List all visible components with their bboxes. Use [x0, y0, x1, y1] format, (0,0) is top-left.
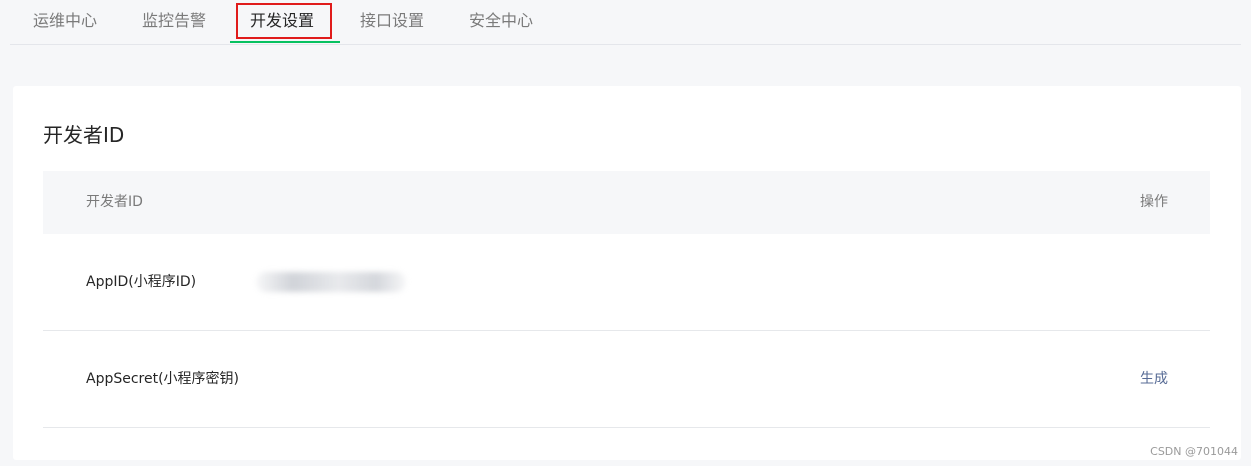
developer-id-table: 开发者ID 操作 AppID(小程序ID) AppSecret(小程序密钥) 生…	[43, 171, 1210, 428]
top-tab-bar: 运维中心 监控告警 开发设置 接口设置 安全中心	[10, 0, 1241, 45]
developer-id-card: 开发者ID 开发者ID 操作 AppID(小程序ID) AppSecret(小程…	[13, 86, 1241, 460]
active-tab-indicator	[230, 41, 340, 43]
table-row-appsecret: AppSecret(小程序密钥) 生成	[43, 331, 1210, 428]
appsecret-label: AppSecret(小程序密钥)	[86, 371, 240, 387]
section-title: 开发者ID	[43, 123, 125, 147]
watermark-text: CSDN @701044	[1150, 445, 1238, 458]
tab-dev-settings[interactable]: 开发设置	[250, 0, 314, 44]
column-header-developer-id: 开发者ID	[86, 194, 143, 210]
appid-value-redacted	[256, 272, 406, 292]
tab-ops-center[interactable]: 运维中心	[33, 0, 97, 44]
table-row-appid: AppID(小程序ID)	[43, 234, 1210, 331]
tab-api-settings[interactable]: 接口设置	[360, 0, 424, 44]
table-header: 开发者ID 操作	[43, 171, 1210, 234]
tab-security-center[interactable]: 安全中心	[469, 0, 533, 44]
column-header-actions: 操作	[1140, 194, 1168, 210]
generate-secret-link[interactable]: 生成	[1140, 331, 1168, 427]
appid-label: AppID(小程序ID)	[86, 274, 197, 290]
tab-monitoring-alerts[interactable]: 监控告警	[142, 0, 206, 44]
